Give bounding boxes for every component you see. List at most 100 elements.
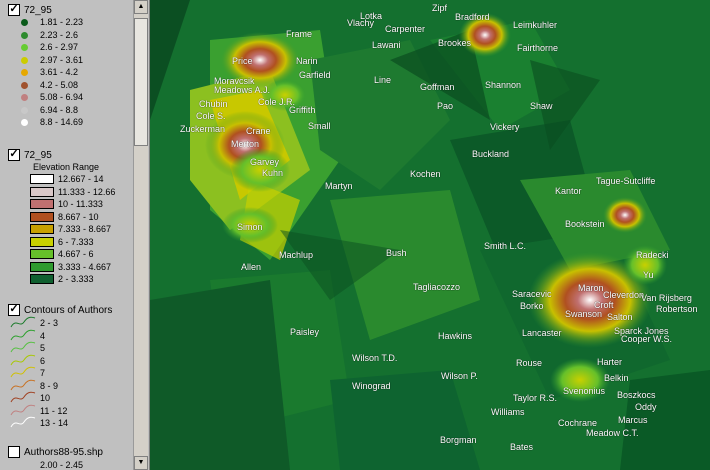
author-label: Bradford — [455, 12, 490, 22]
author-label: Garfield — [299, 70, 331, 80]
author-label: Wilson P. — [441, 371, 478, 381]
author-label: Zipf — [432, 3, 448, 13]
legend-item-label: 4.667 - 6 — [58, 249, 94, 259]
author-label: Van Rijsberg — [641, 293, 692, 303]
legend-item: 4 — [10, 329, 45, 341]
layer-contours-toggle[interactable]: ✓ Contours of Authors — [8, 304, 112, 316]
contour-line-icon — [10, 354, 36, 366]
author-label: Robertson — [656, 304, 698, 314]
layer-72_95-points-toggle[interactable]: ✓ 72_95 — [8, 4, 52, 16]
author-label: Williams — [491, 407, 525, 417]
author-label: Harter — [597, 357, 623, 367]
author-label: Saracevic — [512, 289, 552, 299]
author-label: Paisley — [290, 327, 320, 337]
elevation-range-label: Elevation Range — [33, 162, 100, 172]
author-label: Kochen — [410, 169, 441, 179]
author-label: Bookstein — [565, 219, 605, 229]
legend-item: 6.94 - 8.8 — [21, 105, 78, 115]
author-label: Belkin — [604, 373, 629, 383]
author-label: Griffith — [289, 105, 316, 115]
legend-item-label: 10 - 11.333 — [58, 199, 103, 209]
legend-item-label: 11 - 12 — [40, 405, 68, 416]
legend-item: 5 — [10, 341, 45, 353]
legend-dot-icon — [21, 19, 28, 26]
author-label: Vlachy — [347, 18, 375, 28]
legend-item-label: 11.333 - 12.66 — [58, 186, 116, 197]
checkbox-checked-icon[interactable]: ✓ — [8, 4, 20, 16]
legend-dot-icon — [21, 31, 28, 39]
layer-72_95-elevation-toggle[interactable]: ✓ 72_95 — [8, 149, 52, 161]
legend-item-label: 8.8 - 14.69 — [40, 117, 84, 127]
author-label: Bates — [510, 442, 534, 452]
legend-item-label: 2.97 - 3.61 — [40, 54, 84, 65]
author-label: Shaw — [530, 101, 553, 111]
legend-dot-icon — [21, 69, 28, 76]
author-label: Meadow C.T. — [586, 428, 639, 438]
legend-item: 13 - 14 — [10, 416, 68, 428]
legend-item: 11 - 12 — [10, 404, 68, 416]
author-label: Kuhn — [262, 168, 284, 178]
author-label: Wilson T.D. — [352, 353, 398, 363]
author-label: Machlup — [279, 250, 314, 260]
layer-authors-toggle[interactable]: Authors88-95.shp — [8, 446, 103, 458]
legend-item: 10 — [10, 391, 51, 403]
author-label: Svenonius — [563, 386, 606, 396]
legend-item: 4.2 - 5.08 — [21, 80, 78, 90]
author-label: Lawani — [372, 40, 401, 50]
author-label: Marcus — [618, 415, 648, 425]
legend-swatch — [30, 199, 54, 209]
legend-item-label: 7 — [40, 368, 46, 378]
legend-scrollbar[interactable]: ▲ ▼ — [133, 0, 148, 470]
author-label: Simon — [237, 222, 263, 232]
legend-item: 8.8 - 14.69 — [21, 117, 84, 127]
legend-item-label: 2.23 - 2.6 — [40, 29, 79, 40]
legend-item: 2.97 - 3.61 — [21, 54, 84, 65]
author-label: Cooper W.S. — [621, 334, 673, 344]
scroll-up-icon[interactable]: ▲ — [134, 0, 148, 14]
author-label: Rouse — [516, 358, 543, 368]
author-label: Price — [232, 56, 253, 66]
legend-item: 8 - 9 — [10, 379, 59, 391]
legend-item: 4.667 - 6 — [30, 249, 94, 259]
legend-item-label: 5.08 - 6.94 — [40, 92, 84, 102]
legend-item: 3.61 - 4.2 — [21, 67, 78, 77]
contour-line-icon — [10, 329, 36, 341]
checkbox-unchecked-icon[interactable] — [8, 446, 20, 458]
checkbox-checked-icon[interactable]: ✓ — [8, 304, 20, 316]
legend-item-label: 12.667 - 14 — [58, 174, 104, 184]
legend-dot-icon — [21, 119, 28, 126]
author-label: Taylor R.S. — [513, 393, 558, 403]
legend-swatch — [30, 274, 54, 284]
author-label: Shannon — [485, 80, 522, 90]
author-label: Fairthorne — [517, 43, 559, 53]
legend-item-label: 8 - 9 — [40, 380, 59, 391]
author-label: Chubin — [199, 99, 228, 109]
scroll-thumb[interactable] — [134, 18, 148, 146]
legend-item-label: 10 — [40, 393, 51, 403]
author-label: Frame — [286, 29, 313, 39]
author-label: Buckland — [472, 149, 510, 159]
legend-item: 8.667 - 10 — [30, 211, 99, 222]
author-label: Tague-Sutcliffe — [596, 176, 656, 186]
author-label: Borko — [520, 301, 544, 311]
map-view[interactable]: Zipf Lotka Bradford Vlachy Leimkuhler Carpent… — [150, 0, 710, 470]
layer-title: Authors88-95.shp — [24, 446, 103, 458]
author-label: Carpenter — [385, 24, 426, 34]
author-label: Borgman — [440, 435, 477, 445]
author-label: Oddy — [635, 402, 657, 412]
legend-dot-icon — [21, 106, 28, 114]
legend-item-label: 7.333 - 8.667 — [58, 224, 112, 234]
contour-line-icon — [10, 366, 36, 378]
legend-item: 1.81 - 2.23 — [21, 17, 83, 27]
legend-item: 2.23 - 2.6 — [21, 29, 79, 40]
checkbox-checked-icon[interactable]: ✓ — [8, 149, 20, 161]
author-label: Boszkocs — [617, 390, 656, 400]
legend-item-label: 6 — [40, 355, 46, 366]
legend-item: 2 - 3 — [10, 316, 58, 328]
layer-title: 72_95 — [24, 149, 52, 161]
author-label: Kantor — [555, 186, 582, 196]
scroll-down-icon[interactable]: ▼ — [134, 456, 148, 470]
legend-item-label: 2.00 - 2.45 — [40, 460, 84, 470]
author-label: Brookes — [438, 38, 472, 48]
legend-item: 7.333 - 8.667 — [30, 224, 112, 234]
